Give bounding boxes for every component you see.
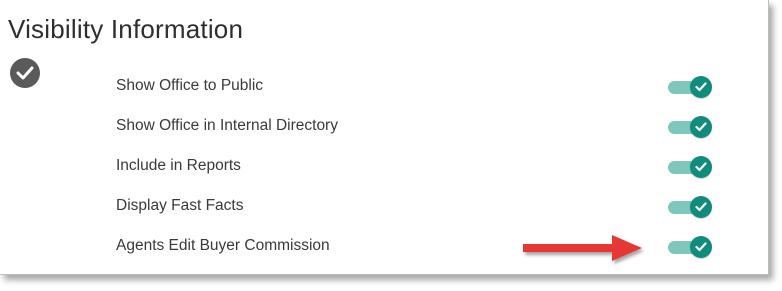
check-icon: [690, 116, 712, 138]
check-icon: [690, 76, 712, 98]
internal-directory-toggle[interactable]: [668, 116, 714, 138]
setting-label: Include in Reports: [116, 157, 241, 174]
setting-row-show-office-public: Show Office to Public: [0, 74, 768, 114]
fast-facts-toggle[interactable]: [668, 196, 714, 218]
show-office-public-toggle[interactable]: [668, 76, 714, 98]
setting-row-fast-facts: Display Fast Facts: [0, 194, 768, 234]
setting-row-include-reports: Include in Reports: [0, 154, 768, 194]
setting-row-internal-directory: Show Office in Internal Directory: [0, 114, 768, 154]
setting-row-buyer-commission: Agents Edit Buyer Commission: [0, 234, 768, 274]
check-icon: [690, 156, 712, 178]
include-reports-toggle[interactable]: [668, 156, 714, 178]
setting-label: Show Office in Internal Directory: [116, 117, 338, 134]
setting-label: Show Office to Public: [116, 77, 264, 94]
check-icon: [690, 236, 712, 258]
setting-label: Agents Edit Buyer Commission: [116, 237, 330, 254]
setting-label: Display Fast Facts: [116, 197, 244, 214]
arrow-right-icon: [523, 235, 642, 261]
visibility-panel: Visibility Information Show Office to Pu…: [0, 0, 769, 275]
buyer-commission-toggle[interactable]: [668, 236, 714, 258]
check-icon: [690, 196, 712, 218]
section-title: Visibility Information: [8, 14, 244, 44]
